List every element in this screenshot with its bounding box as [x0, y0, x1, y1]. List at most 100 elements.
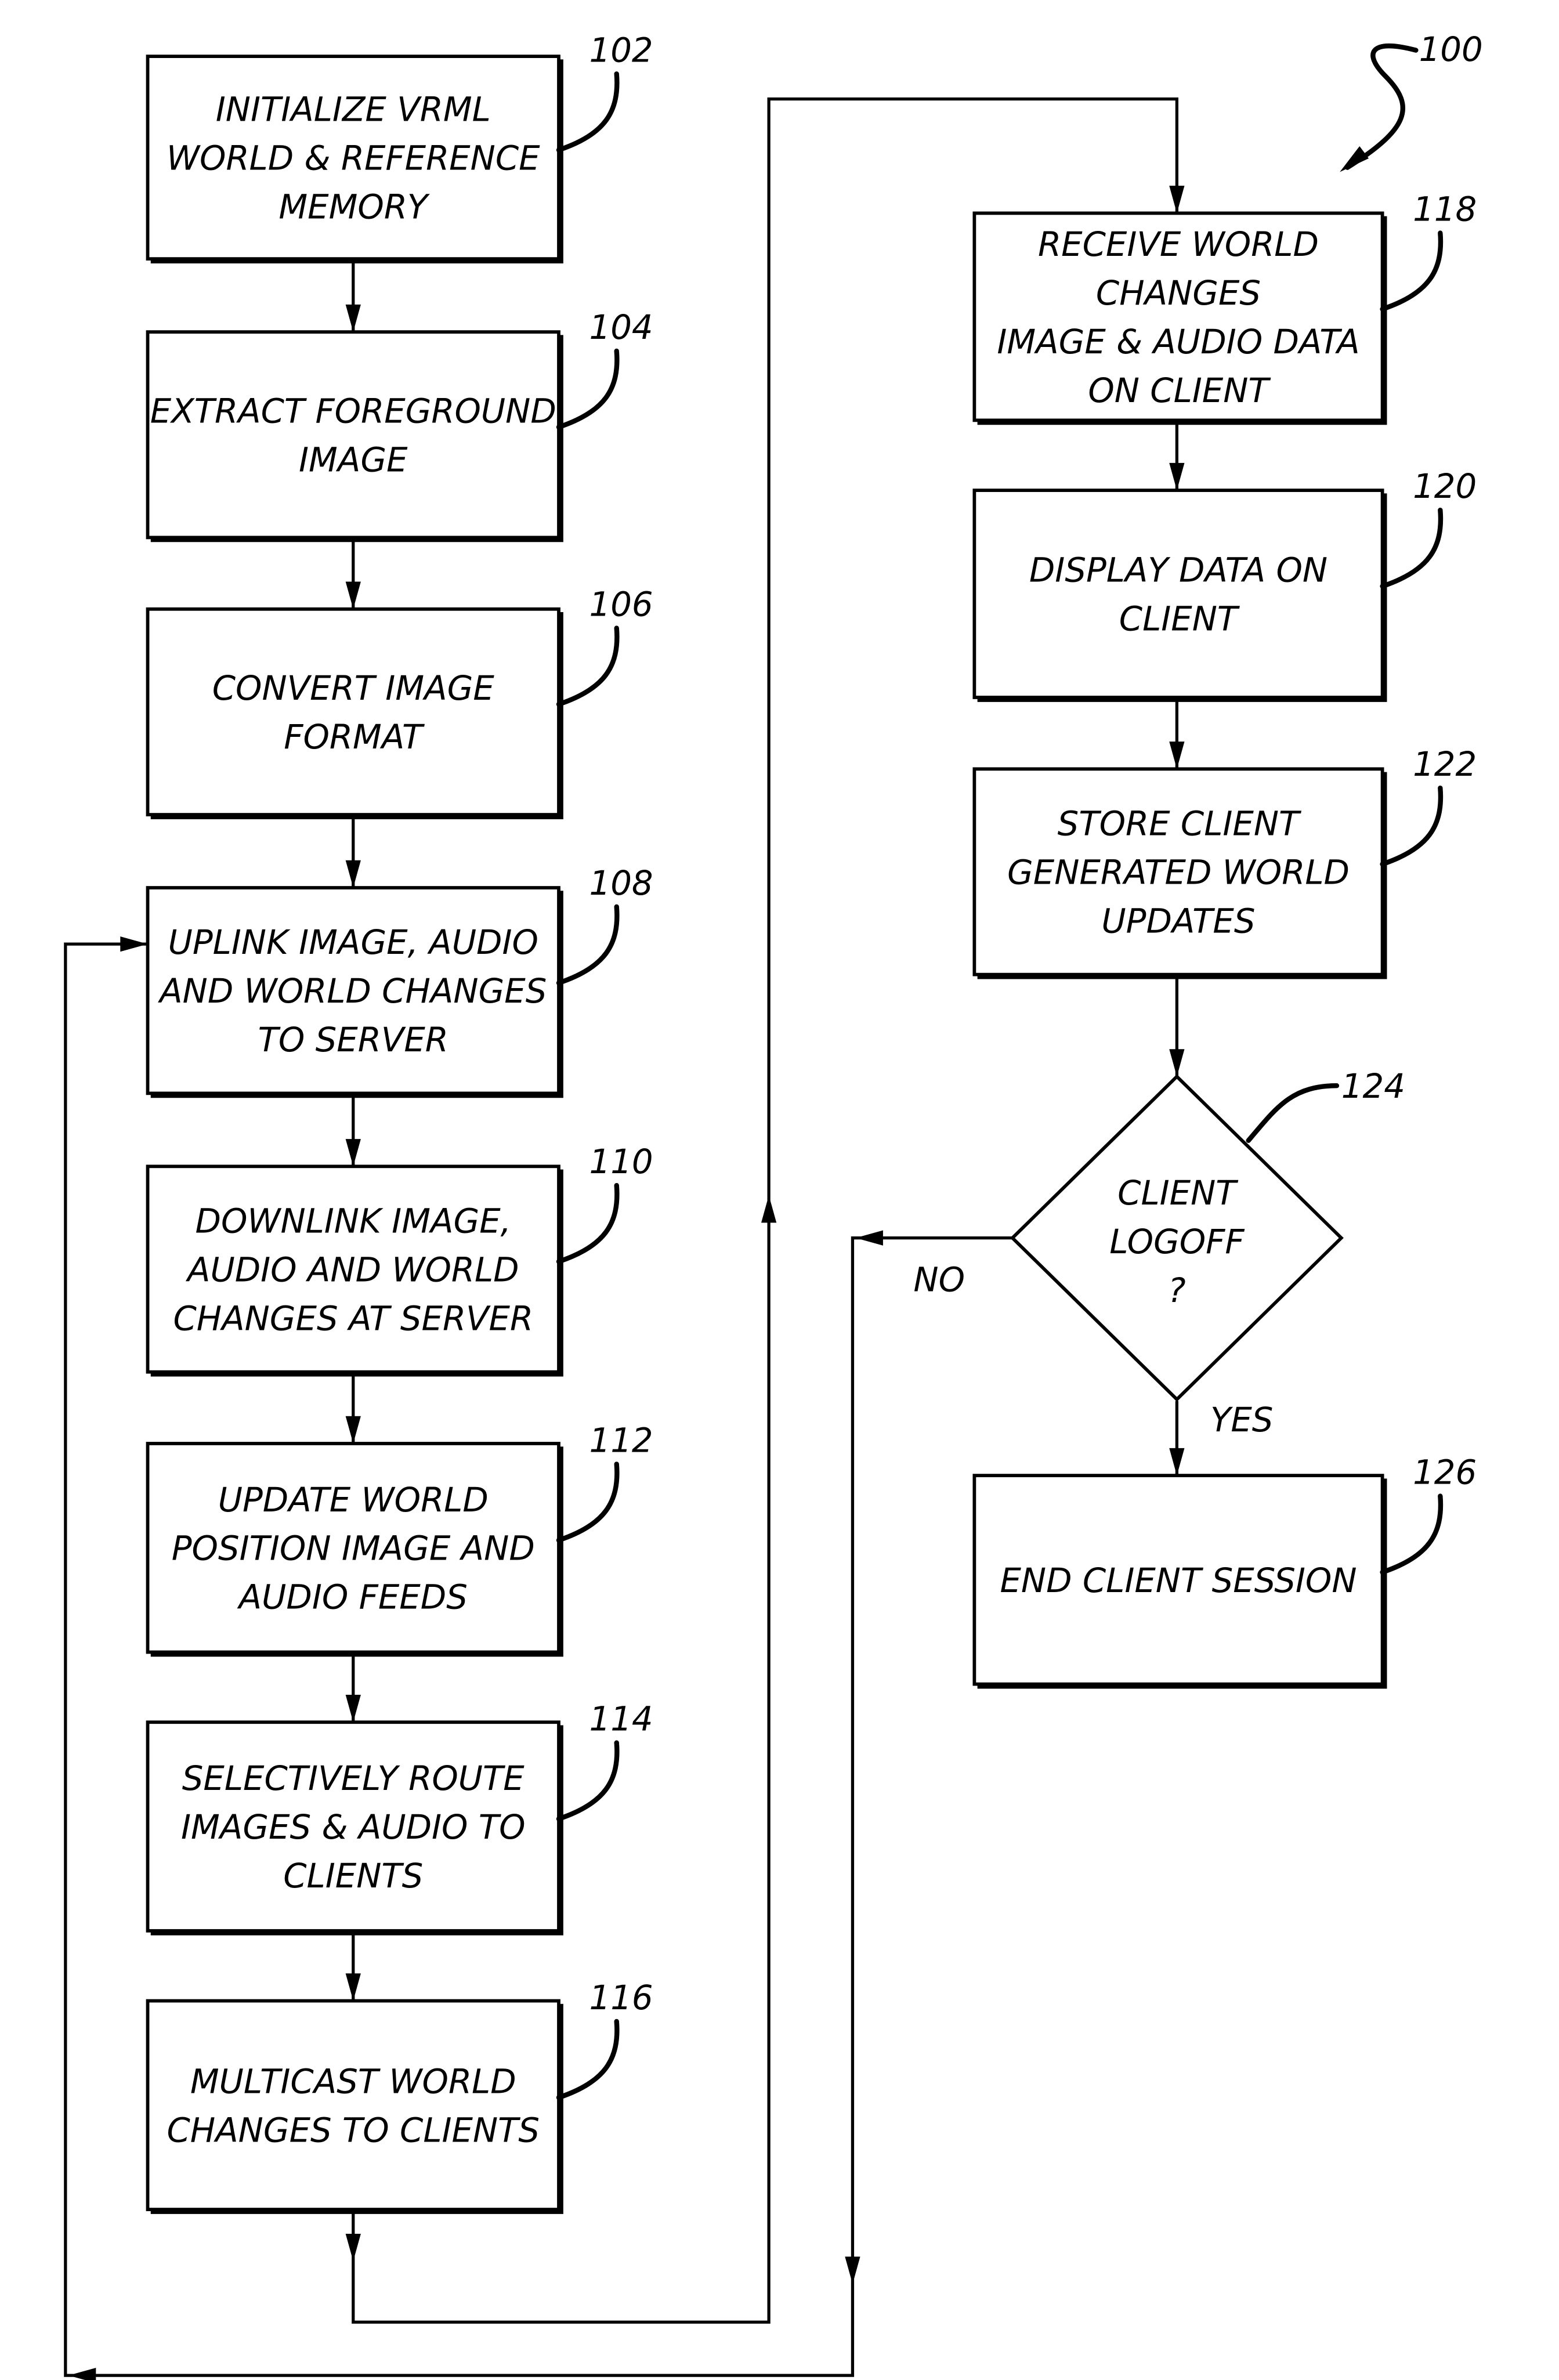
step-text-line: STORE CLIENT — [1058, 804, 1301, 844]
process-box — [146, 330, 560, 540]
reference-leader — [1380, 785, 1444, 867]
reference-leader — [1246, 1083, 1340, 1143]
step-box-116: MULTICAST WORLD CHANGES TO CLIENTS 116 — [146, 1978, 653, 2214]
reference-leader — [556, 1740, 620, 1822]
no-label: NO — [913, 1260, 965, 1300]
figure-reference: 100 — [1340, 30, 1483, 172]
step-text-line: UPDATE WORLD — [218, 1480, 489, 1520]
arrowhead-down — [1169, 186, 1185, 214]
reference-leader — [556, 2019, 620, 2100]
step-box-102: INITIALIZE VRML WORLD & REFERENCE MEMORY 10… — [146, 30, 653, 264]
reference-leader — [556, 904, 620, 986]
step-text-line: CLIENT — [1119, 599, 1240, 639]
process-box — [146, 1999, 560, 2211]
arrowhead-down — [345, 1139, 361, 1167]
step-text-line: AUDIO AND WORLD — [185, 1250, 519, 1289]
step-text-line: EXTRACT FOREGROUND — [150, 391, 556, 431]
step-box-122: STORE CLIENT GENERATED WORLD UPDATES 122 — [972, 744, 1477, 979]
arrowhead-down — [1169, 462, 1185, 491]
reference-number: 112 — [589, 1420, 653, 1460]
arrowhead-down — [345, 1416, 361, 1444]
arrowhead-left — [855, 1230, 883, 1246]
decision-text-line: ? — [1168, 1271, 1186, 1310]
reference-leader — [1380, 507, 1444, 589]
step-text-line: IMAGE — [299, 440, 408, 479]
step-text-line: DISPLAY DATA ON — [1029, 551, 1327, 590]
reference-number: 122 — [1413, 744, 1477, 784]
step-box-120: DISPLAY DATA ON CLIENT 120 — [972, 466, 1477, 702]
step-text-line: CHANGES AT SERVER — [173, 1298, 533, 1338]
step-text-line: MEMORY — [278, 187, 430, 227]
step-text-line: GENERATED WORLD — [1007, 852, 1350, 892]
arrowhead-down — [345, 860, 361, 888]
reference-leader — [556, 348, 620, 430]
step-text-line: FORMAT — [284, 717, 425, 757]
decision-124: CLIENT LOGOFF? 124 — [1010, 1066, 1405, 1402]
nodes: INITIALIZE VRML WORLD & REFERENCE MEMORY 10… — [146, 30, 1477, 2214]
step-text-line: CHANGES — [1096, 273, 1261, 313]
reference-number: 102 — [589, 30, 653, 70]
reference-number: 106 — [589, 585, 653, 624]
step-box-112: UPDATE WORLD POSITION IMAGE AND AUDIO FEED… — [146, 1420, 653, 1657]
reference-leader — [1380, 1493, 1444, 1575]
step-box-118: RECEIVE WORLD CHANGES IMAGE & AUDIO DATA ON… — [972, 190, 1477, 425]
step-text-line: SELECTIVELY ROUTE — [182, 1759, 525, 1798]
step-box-126: END CLIENT SESSION 126 — [972, 1453, 1477, 1689]
step-box-114: SELECTIVELY ROUTE IMAGES & AUDIO TO CLIENT… — [146, 1699, 653, 1936]
step-box-108: UPLINK IMAGE, AUDIO AND WORLD CHANGES TO S… — [146, 863, 653, 1098]
process-box — [972, 489, 1384, 699]
decision-text-line: LOGOFF — [1109, 1222, 1245, 1261]
step-text-line: CHANGES TO CLIENTS — [167, 2110, 540, 2150]
arrowhead-down — [345, 304, 361, 332]
reference-number: 126 — [1413, 1453, 1477, 1492]
reference-leader — [556, 71, 620, 153]
step-text-line: ON CLIENT — [1088, 371, 1271, 410]
process-box — [146, 607, 560, 816]
step-text-line: POSITION IMAGE AND — [172, 1529, 535, 1568]
step-box-104: EXTRACT FOREGROUND IMAGE 104 — [146, 308, 653, 542]
step-text-line: TO SERVER — [258, 1020, 448, 1059]
reference-leader — [556, 1182, 620, 1264]
reference-number: 104 — [589, 308, 653, 347]
step-text-line: IMAGE & AUDIO DATA — [997, 322, 1359, 361]
step-text-line: WORLD & REFERENCE — [167, 139, 540, 178]
step-text-line: CLIENTS — [283, 1856, 423, 1896]
step-box-106: CONVERT IMAGE FORMAT 106 — [146, 585, 653, 819]
step-text-line: IMAGES & AUDIO TO — [181, 1807, 525, 1847]
step-text-line: RECEIVE WORLD — [1038, 225, 1319, 264]
arrowhead-right — [120, 936, 148, 952]
reference-leader — [556, 1462, 620, 1543]
arrowhead-down — [1169, 742, 1185, 769]
step-text-line: UPDATES — [1101, 901, 1255, 941]
reference-leader — [556, 625, 620, 707]
step-box-110: DOWNLINK IMAGE, AUDIO AND WORLD CHANGES AT… — [146, 1142, 653, 1377]
yes-label: YES — [1210, 1400, 1273, 1439]
step-text-line: AND WORLD CHANGES — [157, 971, 547, 1011]
arrowhead-down — [345, 581, 361, 609]
step-text-line: UPLINK IMAGE, AUDIO — [168, 923, 538, 962]
reference-leader — [1380, 230, 1444, 312]
arrowhead-down — [345, 1695, 361, 1723]
decision-text-line: CLIENT — [1117, 1173, 1238, 1213]
reference-number: 114 — [589, 1699, 653, 1739]
step-text-line: CONVERT IMAGE — [212, 668, 495, 708]
arrowhead-up — [761, 1195, 777, 1223]
figure-ref-number: 100 — [1419, 30, 1483, 69]
step-text-line: INITIALIZE VRML — [216, 90, 491, 129]
figure-ref-arrowhead — [1340, 146, 1369, 172]
reference-number: 110 — [589, 1142, 653, 1181]
arrowhead-down — [345, 1973, 361, 2001]
reference-number: 116 — [589, 1978, 653, 2017]
arrowhead-down — [845, 2256, 860, 2284]
arrowhead-down — [345, 2234, 361, 2262]
step-text-line: END CLIENT SESSION — [1000, 1561, 1357, 1600]
reference-number: 118 — [1413, 190, 1477, 229]
reference-number: 108 — [589, 863, 653, 903]
reference-number: 120 — [1413, 466, 1477, 506]
step-text-line: MULTICAST WORLD — [190, 2061, 516, 2101]
step-text-line: DOWNLINK IMAGE, — [196, 1201, 511, 1240]
flowchart: INITIALIZE VRML WORLD & REFERENCE MEMORY 10… — [64, 30, 1483, 2380]
reference-number: 124 — [1341, 1066, 1405, 1106]
arrowhead-down — [1169, 1448, 1185, 1476]
step-text-line: AUDIO FEEDS — [237, 1578, 468, 1617]
